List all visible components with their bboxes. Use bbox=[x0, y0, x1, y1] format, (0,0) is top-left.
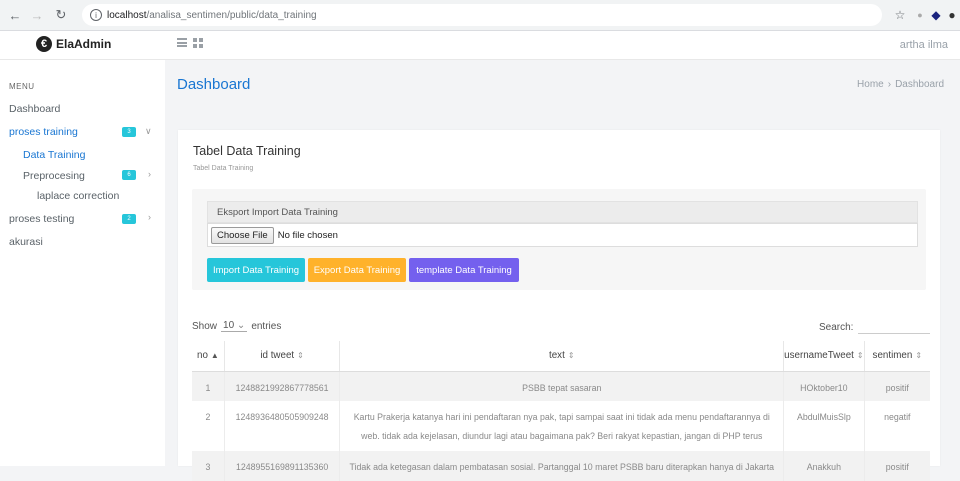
sidebar-item-proses-testing[interactable]: proses testing bbox=[9, 213, 74, 225]
chevron-down-icon: ⌄ bbox=[236, 320, 246, 331]
app-logo[interactable]: € ElaAdmin bbox=[36, 36, 111, 52]
sidebar-item-dashboard[interactable]: Dashboard bbox=[9, 103, 60, 115]
show-label: Show bbox=[192, 320, 218, 332]
profile-avatar-icon[interactable]: ● bbox=[944, 7, 960, 23]
sort-icon: ⇕ bbox=[915, 351, 923, 361]
page-title: Dashboard bbox=[177, 76, 251, 93]
import-panel-header: Eksport Import Data Training bbox=[207, 201, 918, 223]
file-status: No file chosen bbox=[277, 229, 338, 241]
menu-label: MENU bbox=[9, 82, 35, 91]
logo-icon: € bbox=[36, 36, 52, 52]
badge-proses-testing: 2 bbox=[122, 214, 136, 224]
cell-no: 2 bbox=[192, 401, 225, 451]
cell-username: HOktober10 bbox=[783, 371, 865, 401]
cell-no: 3 bbox=[192, 451, 225, 481]
column-label: usernameTweet bbox=[784, 350, 854, 362]
cell-text: Kartu Prakerja katanya hari ini pendafta… bbox=[339, 401, 785, 451]
sidebar-item-proses-training[interactable]: proses training bbox=[9, 126, 78, 138]
cell-sentimen: negatif bbox=[884, 412, 911, 422]
breadcrumb-home[interactable]: Home bbox=[857, 79, 884, 90]
sidebar-item-preprocesing[interactable]: Preprocesing bbox=[23, 170, 85, 182]
chevron-right-icon[interactable]: › bbox=[148, 212, 151, 222]
cell-sentimen: positif bbox=[864, 371, 930, 401]
sidebar-item-laplace-correction[interactable]: laplace correction bbox=[37, 190, 119, 202]
extension-icon[interactable]: ● bbox=[912, 7, 928, 23]
user-name[interactable]: artha ilma bbox=[900, 39, 948, 51]
search-label: Search: bbox=[819, 322, 854, 333]
chevron-down-icon[interactable]: ∨ bbox=[145, 126, 152, 137]
cell-id-tweet: 1248936480505909248 bbox=[224, 401, 341, 451]
card-subtitle: Tabel Data Training bbox=[193, 165, 254, 172]
file-input[interactable]: Choose File No file chosen bbox=[207, 223, 918, 247]
data-table: no ▲ id tweet ⇕ text ⇕ usernameTweet ⇕ senti… bbox=[192, 341, 930, 481]
column-header-no[interactable]: no ▲ bbox=[192, 341, 225, 372]
logo-text: ElaAdmin bbox=[56, 37, 112, 51]
breadcrumb-separator-icon: › bbox=[887, 79, 892, 90]
entries-length-control: Show 10 ⌄ entries bbox=[192, 320, 281, 332]
template-button[interactable]: template Data Training bbox=[409, 258, 519, 282]
table-row: 2 1248936480505909248 Kartu Prakerja kat… bbox=[192, 401, 930, 451]
search-input[interactable] bbox=[858, 333, 930, 334]
grid-icon[interactable] bbox=[193, 38, 203, 48]
badge-proses-training: 3 bbox=[122, 127, 136, 137]
cell-username: AbdulMuisSlp bbox=[783, 401, 865, 451]
column-header-sentimen[interactable]: sentimen ⇕ bbox=[864, 341, 930, 372]
sidebar: MENU Dashboard proses training 3 ∨ Data … bbox=[0, 60, 165, 466]
column-label: sentimen bbox=[872, 350, 913, 362]
column-label: id tweet bbox=[260, 350, 295, 362]
cell-id-tweet: 1248821992867778561 bbox=[224, 371, 341, 401]
url-path: /analisa_sentimen/public/data_training bbox=[146, 9, 317, 21]
info-icon[interactable]: i bbox=[90, 9, 102, 21]
entries-select[interactable]: 10 ⌄ bbox=[221, 320, 248, 332]
sort-icon: ⇕ bbox=[856, 351, 864, 361]
address-bar[interactable]: i localhost/analisa_sentimen/public/data… bbox=[82, 4, 882, 26]
sidebar-item-akurasi[interactable]: akurasi bbox=[9, 236, 43, 248]
reload-icon[interactable]: ↻ bbox=[50, 4, 72, 26]
url-host: localhost bbox=[107, 9, 147, 21]
cell-text: PSBB tepat sasaran bbox=[339, 371, 785, 401]
choose-file-button[interactable]: Choose File bbox=[211, 226, 274, 244]
breadcrumb: Home › Dashboard bbox=[857, 79, 944, 90]
table-row: 1 1248821992867778561 PSBB tepat sasaran… bbox=[192, 371, 930, 401]
column-header-text[interactable]: text ⇕ bbox=[339, 341, 785, 372]
import-panel: Eksport Import Data Training Choose File… bbox=[192, 189, 926, 290]
card-title: Tabel Data Training bbox=[193, 144, 301, 158]
cell-text: Tidak ada ketegasan dalam pembatasan sos… bbox=[339, 451, 785, 481]
column-label: text bbox=[549, 350, 565, 362]
cell-id-tweet: 1248955169891135360 bbox=[224, 451, 341, 481]
back-icon[interactable]: ← bbox=[4, 4, 26, 26]
entries-value: 10 bbox=[223, 320, 235, 331]
column-label: no bbox=[197, 350, 208, 362]
export-button[interactable]: Export Data Training bbox=[308, 258, 406, 282]
breadcrumb-current: Dashboard bbox=[895, 79, 944, 90]
import-button[interactable]: Import Data Training bbox=[207, 258, 305, 282]
forward-icon[interactable]: → bbox=[26, 4, 48, 26]
sort-asc-icon: ▲ bbox=[210, 351, 219, 361]
cell-no: 1 bbox=[192, 371, 225, 401]
extension-blue-icon[interactable]: ◆ bbox=[928, 7, 944, 23]
sort-icon: ⇕ bbox=[567, 351, 575, 361]
browser-toolbar: ← → ↻ i localhost/analisa_sentimen/publi… bbox=[0, 0, 960, 31]
table-row: 3 1248955169891135360 Tidak ada ketegasa… bbox=[192, 451, 930, 481]
cell-username: Anakkuh bbox=[783, 451, 865, 481]
sort-icon: ⇕ bbox=[297, 351, 304, 361]
sidebar-item-data-training[interactable]: Data Training bbox=[23, 149, 85, 161]
data-training-card: Tabel Data Training Tabel Data Training … bbox=[178, 130, 940, 481]
entries-label: entries bbox=[251, 320, 282, 332]
badge-preprocesing: 6 bbox=[122, 170, 136, 180]
chevron-right-icon[interactable]: › bbox=[148, 169, 151, 179]
cell-sentimen: positif bbox=[864, 451, 930, 481]
column-header-id-tweet[interactable]: id tweet ⇕ bbox=[224, 341, 341, 372]
hamburger-menu-icon[interactable] bbox=[177, 38, 187, 47]
app-topbar: € ElaAdmin artha ilma bbox=[0, 31, 960, 60]
star-icon[interactable]: ☆ bbox=[892, 7, 908, 23]
column-header-username[interactable]: usernameTweet ⇕ bbox=[783, 341, 865, 372]
